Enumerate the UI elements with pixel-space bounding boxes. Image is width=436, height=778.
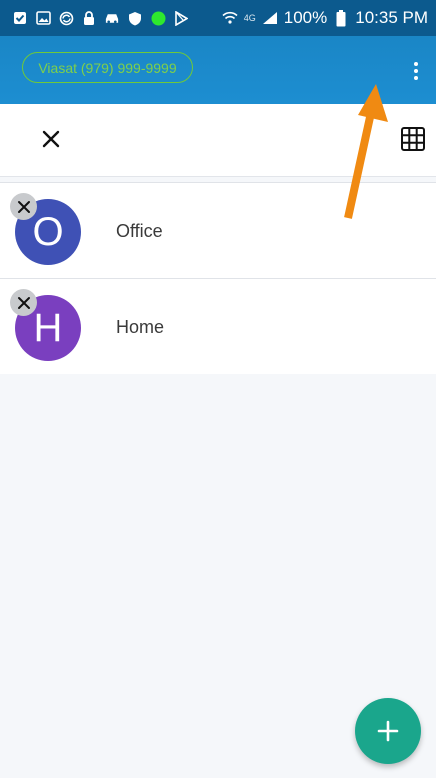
status-bar: 4G 100% 10:35 PM (0, 0, 436, 36)
account-selector[interactable]: Viasat (979) 999-9999 (22, 52, 193, 83)
green-dot-icon (150, 10, 166, 26)
remove-icon[interactable] (10, 289, 37, 316)
network-type: 4G (243, 13, 256, 23)
remove-icon[interactable] (10, 193, 37, 220)
checkbox-icon (12, 10, 28, 26)
sync-icon (58, 10, 74, 26)
more-options-icon[interactable] (406, 56, 426, 86)
status-time: 10:35 PM (355, 8, 428, 27)
battery-icon (333, 9, 349, 26)
image-icon (35, 10, 51, 26)
list-item-label: Home (116, 317, 165, 337)
lock-icon (81, 10, 97, 26)
list-item-label: Office (116, 221, 163, 241)
grid-icon[interactable] (400, 126, 426, 152)
signal-icon (262, 10, 278, 26)
close-icon[interactable] (36, 124, 66, 154)
avatar-initial: H (33, 305, 63, 350)
add-button[interactable] (355, 698, 421, 764)
avatar-initial: O (32, 209, 64, 254)
play-store-icon (173, 10, 189, 26)
status-right: 4G 100% 10:35 PM (222, 8, 436, 28)
shield-icon (127, 10, 143, 26)
annotation-arrow-icon (344, 84, 388, 219)
wifi-icon (222, 10, 238, 26)
plus-icon (377, 720, 399, 742)
list-item[interactable]: H Home (0, 278, 436, 374)
battery-percent: 100% (283, 8, 328, 27)
status-icons (0, 10, 189, 26)
car-icon (104, 10, 120, 26)
